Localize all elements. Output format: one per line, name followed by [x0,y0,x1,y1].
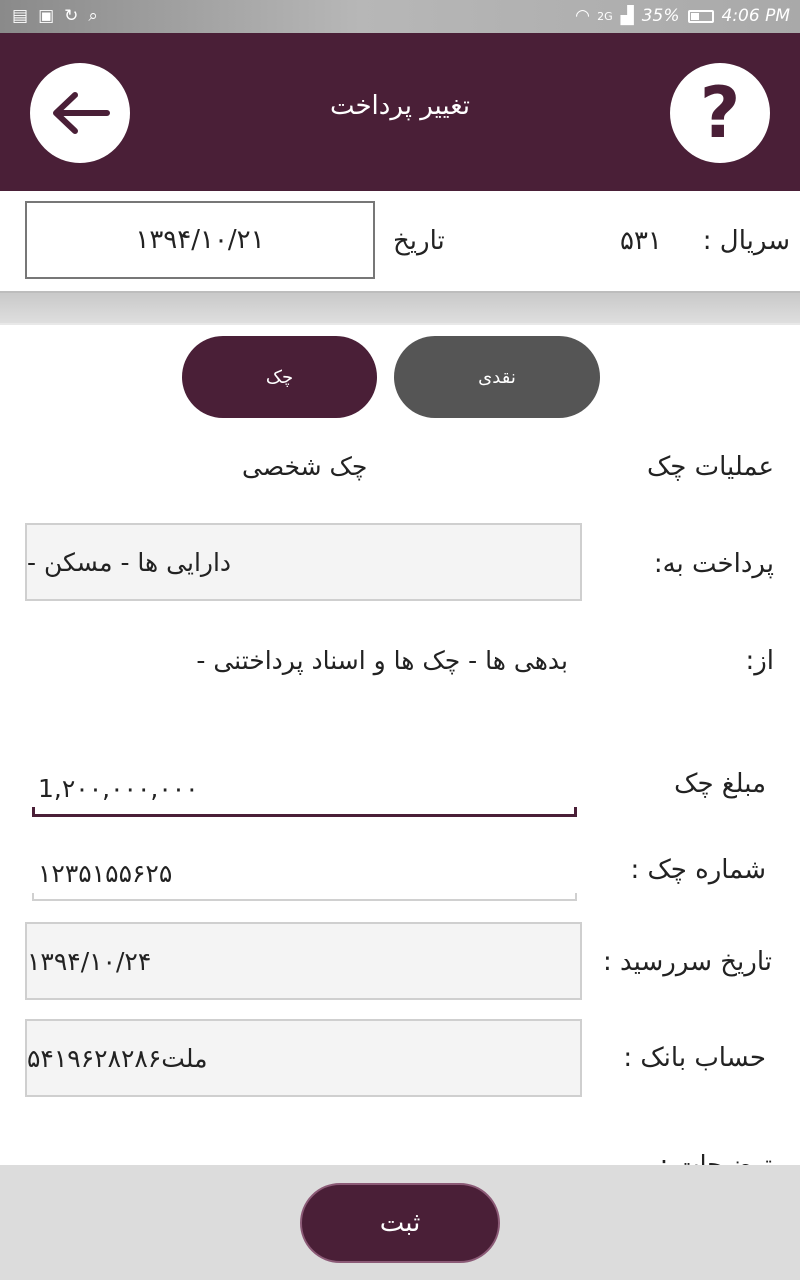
search-icon: ⌕ [88,6,98,26]
clipboard-icon: ▤ [12,6,29,26]
amount-input[interactable]: 1,۲۰۰,۰۰۰,۰۰۰ [32,770,577,817]
battery-icon [687,9,714,23]
date-label: تاریخ [393,226,445,256]
from-value[interactable]: بدهی ها - چک ها و اسناد پرداختنی - [196,646,568,675]
help-button[interactable]: ? [670,63,770,163]
submit-button[interactable]: ثبت [300,1183,500,1263]
cheque-number-input[interactable]: ۱۲۳۵۱۵۵۶۲۵ [32,855,577,901]
serial-label: سریال : [702,226,790,256]
bank-account-field[interactable]: ملت۵۴۱۹۶۲۸۲۸۶ [25,1019,582,1097]
bank-account-label: حساب بانک : [623,1043,766,1073]
operation-value[interactable]: چک شخصی [242,452,367,481]
cash-toggle-button[interactable]: نقدی [394,336,600,418]
header-row: ۱۳۹۴/۱۰/۲۱ تاریخ ۵۳۱ سریال : [0,191,800,291]
pay-to-label: پرداخت به: [653,549,774,579]
serial-value: ۵۳۱ [620,226,662,256]
question-icon: ? [699,72,741,154]
due-date-label: تاریخ سررسید : [603,947,772,977]
due-date-value: ۱۳۹۴/۱۰/۲۴ [27,946,152,976]
cheque-number-value: ۱۲۳۵۱۵۵۶۲۵ [38,859,173,888]
image-icon: ▣ [38,6,55,26]
refresh-icon: ↻ [64,6,79,26]
network-type: 2G [597,9,613,23]
status-icons-left: ▤ ▣ ↻ ⌕ [12,6,98,26]
app-bar: تغییر پرداخت ? [0,33,800,191]
from-label: از: [745,646,774,676]
section-divider [0,291,800,325]
pay-to-value: دارایی ها - مسکن - [27,547,232,577]
cheque-number-label: شماره چک : [630,855,766,885]
wifi-icon: ◠ [576,6,590,26]
status-bar: ▤ ▣ ↻ ⌕ ◠ 2G ▟ 35% 4:06 PM [0,0,800,33]
status-icons-right: ◠ 2G ▟ 35% 4:06 PM [576,6,790,26]
due-date-field[interactable]: ۱۳۹۴/۱۰/۲۴ [25,922,582,1000]
cheque-toggle-button[interactable]: چک [182,336,377,418]
amount-label: مبلغ چک [674,769,766,799]
pay-to-field[interactable]: دارایی ها - مسکن - [25,523,582,601]
battery-percent: 35% [641,6,680,26]
date-field[interactable]: ۱۳۹۴/۱۰/۲۱ [25,201,375,279]
amount-value: 1,۲۰۰,۰۰۰,۰۰۰ [38,774,199,803]
description-label: توضیحات : [660,1152,772,1165]
operation-label: عملیات چک [646,452,774,482]
signal-icon: ▟ [620,6,634,26]
clock: 4:06 PM [721,6,791,26]
bottom-action-bar: ثبت [0,1165,800,1280]
bank-account-value: ملت۵۴۱۹۶۲۸۲۸۶ [27,1043,208,1073]
